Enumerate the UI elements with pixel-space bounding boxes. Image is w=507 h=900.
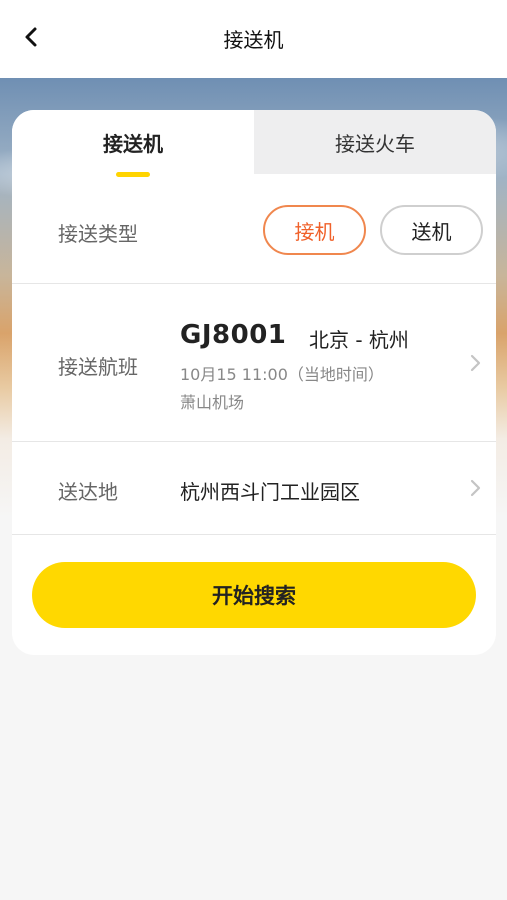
destination-label: 送达地: [58, 480, 118, 504]
page-title: 接送机: [223, 28, 284, 52]
chevron-right-icon[interactable]: [466, 352, 484, 374]
flight-number: GJ8001: [180, 320, 287, 350]
tab-airport-transfer[interactable]: 接送机: [12, 110, 254, 177]
tab-label: 接送机: [103, 131, 163, 156]
flight-route: 北京 - 杭州: [309, 328, 409, 352]
tab-bar: 接送机 接送火车: [12, 110, 496, 177]
transfer-type-label: 接送类型: [58, 222, 138, 246]
flight-airport: 萧山机场: [180, 393, 245, 412]
tab-train-transfer[interactable]: 接送火车: [254, 110, 496, 174]
chevron-right-icon[interactable]: [466, 477, 484, 499]
nav-header: 接送机: [0, 0, 507, 78]
page: 接送机 接送机 接送火车 接送类型 接机 送机 接送航班 GJ8001 北京 -…: [0, 0, 507, 900]
dropoff-option-button[interactable]: 送机: [380, 205, 483, 255]
tab-label: 接送火车: [335, 131, 415, 156]
flight-label: 接送航班: [58, 355, 138, 379]
booking-card: 接送机 接送火车 接送类型 接机 送机 接送航班 GJ8001 北京 - 杭州 …: [12, 110, 496, 655]
destination-value: 杭州西斗门工业园区: [180, 480, 360, 504]
flight-time: 10月15 11:00（当地时间）: [180, 365, 384, 384]
pickup-option-button[interactable]: 接机: [263, 205, 366, 255]
divider: [12, 534, 496, 535]
active-tab-indicator: [116, 172, 150, 177]
start-search-button[interactable]: 开始搜索: [32, 562, 476, 628]
